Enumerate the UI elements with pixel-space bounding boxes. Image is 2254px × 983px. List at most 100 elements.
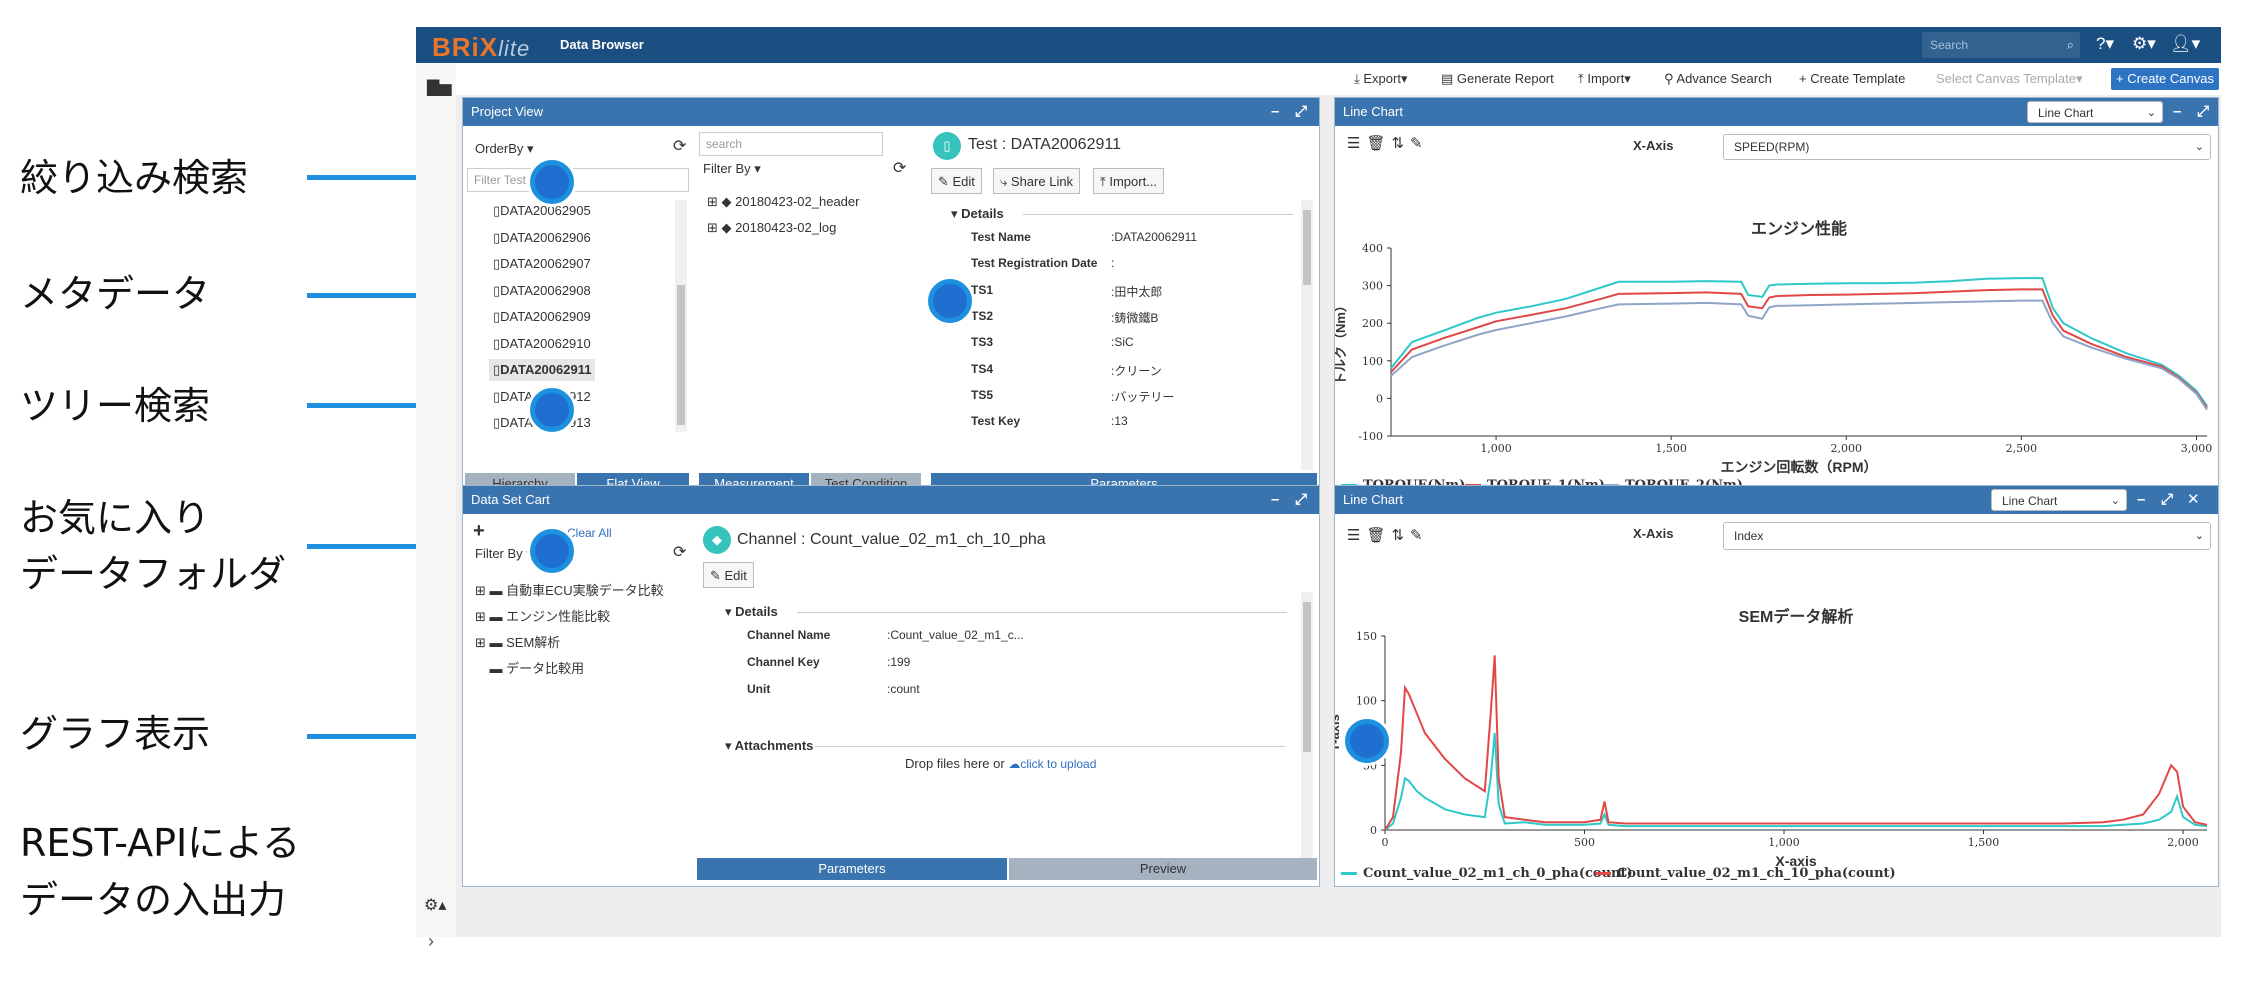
import-button[interactable]: ⤒ Import... <box>1093 168 1165 194</box>
search-input[interactable]: search <box>699 132 883 156</box>
detail-key: TS5 <box>971 387 994 402</box>
annotation-dot-filter <box>530 160 574 204</box>
main-toolbar: ⤓ Export▾ ▤ Generate Report ⤒ Import▾ ⚲ … <box>416 63 2221 95</box>
import-button[interactable]: ⤒ Import▾ <box>1578 71 1631 87</box>
advance-search-button[interactable]: ⚲ Advance Search <box>1664 71 1772 87</box>
refresh-icon[interactable]: ⟳ <box>893 158 906 178</box>
annotation-tree-search: ツリー検索 <box>20 384 211 428</box>
annotation-dot-metadata <box>928 279 972 323</box>
close-icon[interactable]: ✕ <box>2187 486 2200 514</box>
test-list-item[interactable]: ▯DATA20062909 <box>489 306 595 328</box>
annotation-metadata: メタデータ <box>20 272 211 316</box>
settings-icon[interactable]: ⚙▴ <box>424 895 446 915</box>
tree-item[interactable]: ⊞ ◆ 20180423-02_log <box>707 220 836 236</box>
detail-value: :DATA20062911 <box>1111 230 1198 244</box>
chart-tools[interactable]: ☰🗑︎⇅✎ <box>1347 526 1429 544</box>
folder-icon: ▬ <box>489 635 503 650</box>
filter-by-dropdown[interactable]: Filter By ▾ <box>703 161 761 177</box>
x-axis-label: X-Axis <box>1633 526 1674 541</box>
x-axis-select[interactable]: Index ⌄ <box>1723 522 2211 550</box>
refresh-icon[interactable]: ⟳ <box>673 542 686 562</box>
panel-header: Project View – ⤢ <box>463 98 1319 126</box>
x-tick-label: 1,000 <box>1768 836 1800 849</box>
top-navbar: BRiXlite Data Browser Search ⌕ ?▾ ⚙▾ 👤︎▾ <box>416 27 2221 63</box>
channel-scrollbar[interactable] <box>1301 592 1313 862</box>
brand-logo[interactable]: BRiXlite <box>432 32 530 63</box>
x-tick-label: 500 <box>1574 836 1595 849</box>
export-button[interactable]: ⤓ Export▾ <box>1354 71 1407 87</box>
x-axis-title: エンジン回転数（RPM） <box>1720 459 1877 475</box>
chart-icon[interactable]: ▇▅ <box>427 77 452 97</box>
details-section-toggle[interactable]: ▾ Details <box>951 206 1004 222</box>
gear-icon[interactable]: ⚙▾ <box>2132 34 2156 54</box>
test-list-item[interactable]: ▯DATA20062906 <box>489 227 595 249</box>
annotation-filter-search: 絞り込み検索 <box>20 156 249 200</box>
test-list-item[interactable]: ▯DATA20062911 <box>489 359 596 381</box>
refresh-icon[interactable]: ⟳ <box>673 136 686 156</box>
minimize-icon[interactable]: – <box>1271 98 1279 126</box>
details-scrollbar[interactable] <box>1301 200 1313 470</box>
test-list-item[interactable]: ▯DATA20062908 <box>489 280 595 302</box>
upload-link[interactable]: ☁click to upload <box>1008 757 1096 771</box>
chart-type-select[interactable]: Line Chart ⌄ <box>2027 101 2163 123</box>
folder-item[interactable]: ▬ データ比較用 <box>475 658 584 677</box>
user-icon[interactable]: 👤︎▾ <box>2170 34 2200 54</box>
chart-type-select[interactable]: Line Chart ⌄ <box>1991 489 2127 511</box>
attachments-section-toggle[interactable]: ▾ Attachments <box>725 738 813 754</box>
test-list-scrollbar[interactable] <box>675 200 687 432</box>
edit-button[interactable]: ✎ Edit <box>931 168 982 194</box>
clear-all-link[interactable]: Clear All <box>567 526 612 540</box>
minimize-icon[interactable]: – <box>2137 486 2145 514</box>
tab-parameters[interactable]: Parameters <box>697 858 1007 880</box>
minimize-icon[interactable]: – <box>1271 486 1279 514</box>
detail-row: TS1:田中太郎 <box>971 283 1291 303</box>
filter-by-dropdown[interactable]: Filter By ▾ <box>475 546 533 562</box>
y-tick-label: -100 <box>1358 430 1383 443</box>
add-icon[interactable]: + <box>473 520 485 543</box>
detail-row: TS4:クリーン <box>971 362 1291 382</box>
chart-tools[interactable]: ☰🗑︎⇅✎ <box>1347 134 1429 152</box>
series-line <box>1390 299 2208 411</box>
details-section-toggle[interactable]: ▾ Details <box>725 604 778 620</box>
chart-title: SEMデータ解析 <box>1739 607 1854 626</box>
expand-sidebar-icon[interactable]: › <box>428 931 434 952</box>
y-tick-label: 100 <box>1362 355 1383 368</box>
select-canvas-template-dropdown[interactable]: Select Canvas Template▾ <box>1936 71 2082 87</box>
detail-value: :Count_value_02_m1_c... <box>887 628 1024 642</box>
create-canvas-button[interactable]: + Create Canvas <box>2111 68 2219 90</box>
global-search-input[interactable]: Search ⌕ <box>1922 32 2080 58</box>
filter-test-input[interactable]: Filter Test <box>467 168 689 192</box>
maximize-icon[interactable]: ⤢ <box>1295 486 1307 514</box>
test-list-item[interactable]: ▯DATA20062907 <box>489 253 595 275</box>
test-list-item[interactable]: ▯DATA20062905 <box>489 200 595 222</box>
tree-item[interactable]: ⊞ ◆ 20180423-02_header <box>707 194 859 210</box>
detail-value: :鋳微鐵B <box>1111 310 1159 325</box>
maximize-icon[interactable]: ⤢ <box>2197 98 2209 126</box>
create-template-button[interactable]: + Create Template <box>1799 71 1905 86</box>
sem-analysis-chart[interactable]: 0501001500 500 1,000 1,500 2,000SEMデータ解析X-ax… <box>1335 552 2220 872</box>
maximize-icon[interactable]: ⤢ <box>2161 486 2173 514</box>
folder-item[interactable]: ⊞ ▬ エンジン性能比較 <box>475 606 610 625</box>
engine-performance-chart[interactable]: -100 0 100 200 300 400 1,000 1,500 2,000 2,500 3,0… <box>1335 164 2220 484</box>
legend-item[interactable]: Count_value_02_m1_ch_0_pha(count) <box>1341 866 1633 881</box>
tab-preview[interactable]: Preview <box>1009 858 1317 880</box>
order-by-dropdown[interactable]: OrderBy ▾ <box>475 141 534 157</box>
maximize-icon[interactable]: ⤢ <box>1295 98 1307 126</box>
test-header: Test : DATA20062911 <box>968 136 1121 153</box>
x-axis-select[interactable]: SPEED(RPM) ⌄ <box>1723 134 2211 160</box>
generate-report-button[interactable]: ▤ Generate Report <box>1441 71 1554 87</box>
detail-row: Unit:count <box>747 682 1107 702</box>
edit-button[interactable]: ✎ Edit <box>703 562 754 588</box>
app-title: Data Browser <box>560 37 644 52</box>
help-icon[interactable]: ?▾ <box>2096 34 2114 54</box>
legend-item[interactable]: Count_value_02_m1_ch_10_pha(count) <box>1595 866 1896 881</box>
folder-item[interactable]: ⊞ ▬ 自動車ECU実験データ比較 <box>475 580 664 599</box>
test-list-item[interactable]: ▯DATA20062910 <box>489 333 595 355</box>
share-link-button[interactable]: ⤷ Share Link <box>993 168 1081 194</box>
detail-key: Channel Key <box>747 655 820 669</box>
minimize-icon[interactable]: – <box>2173 98 2181 126</box>
y-tick-label: 150 <box>1356 630 1377 643</box>
annotation-favorites: お気に入り <box>20 496 211 540</box>
folder-item[interactable]: ⊞ ▬ SEM解析 <box>475 632 560 651</box>
drop-zone[interactable]: Drop files here or ☁click to upload <box>905 756 1096 771</box>
